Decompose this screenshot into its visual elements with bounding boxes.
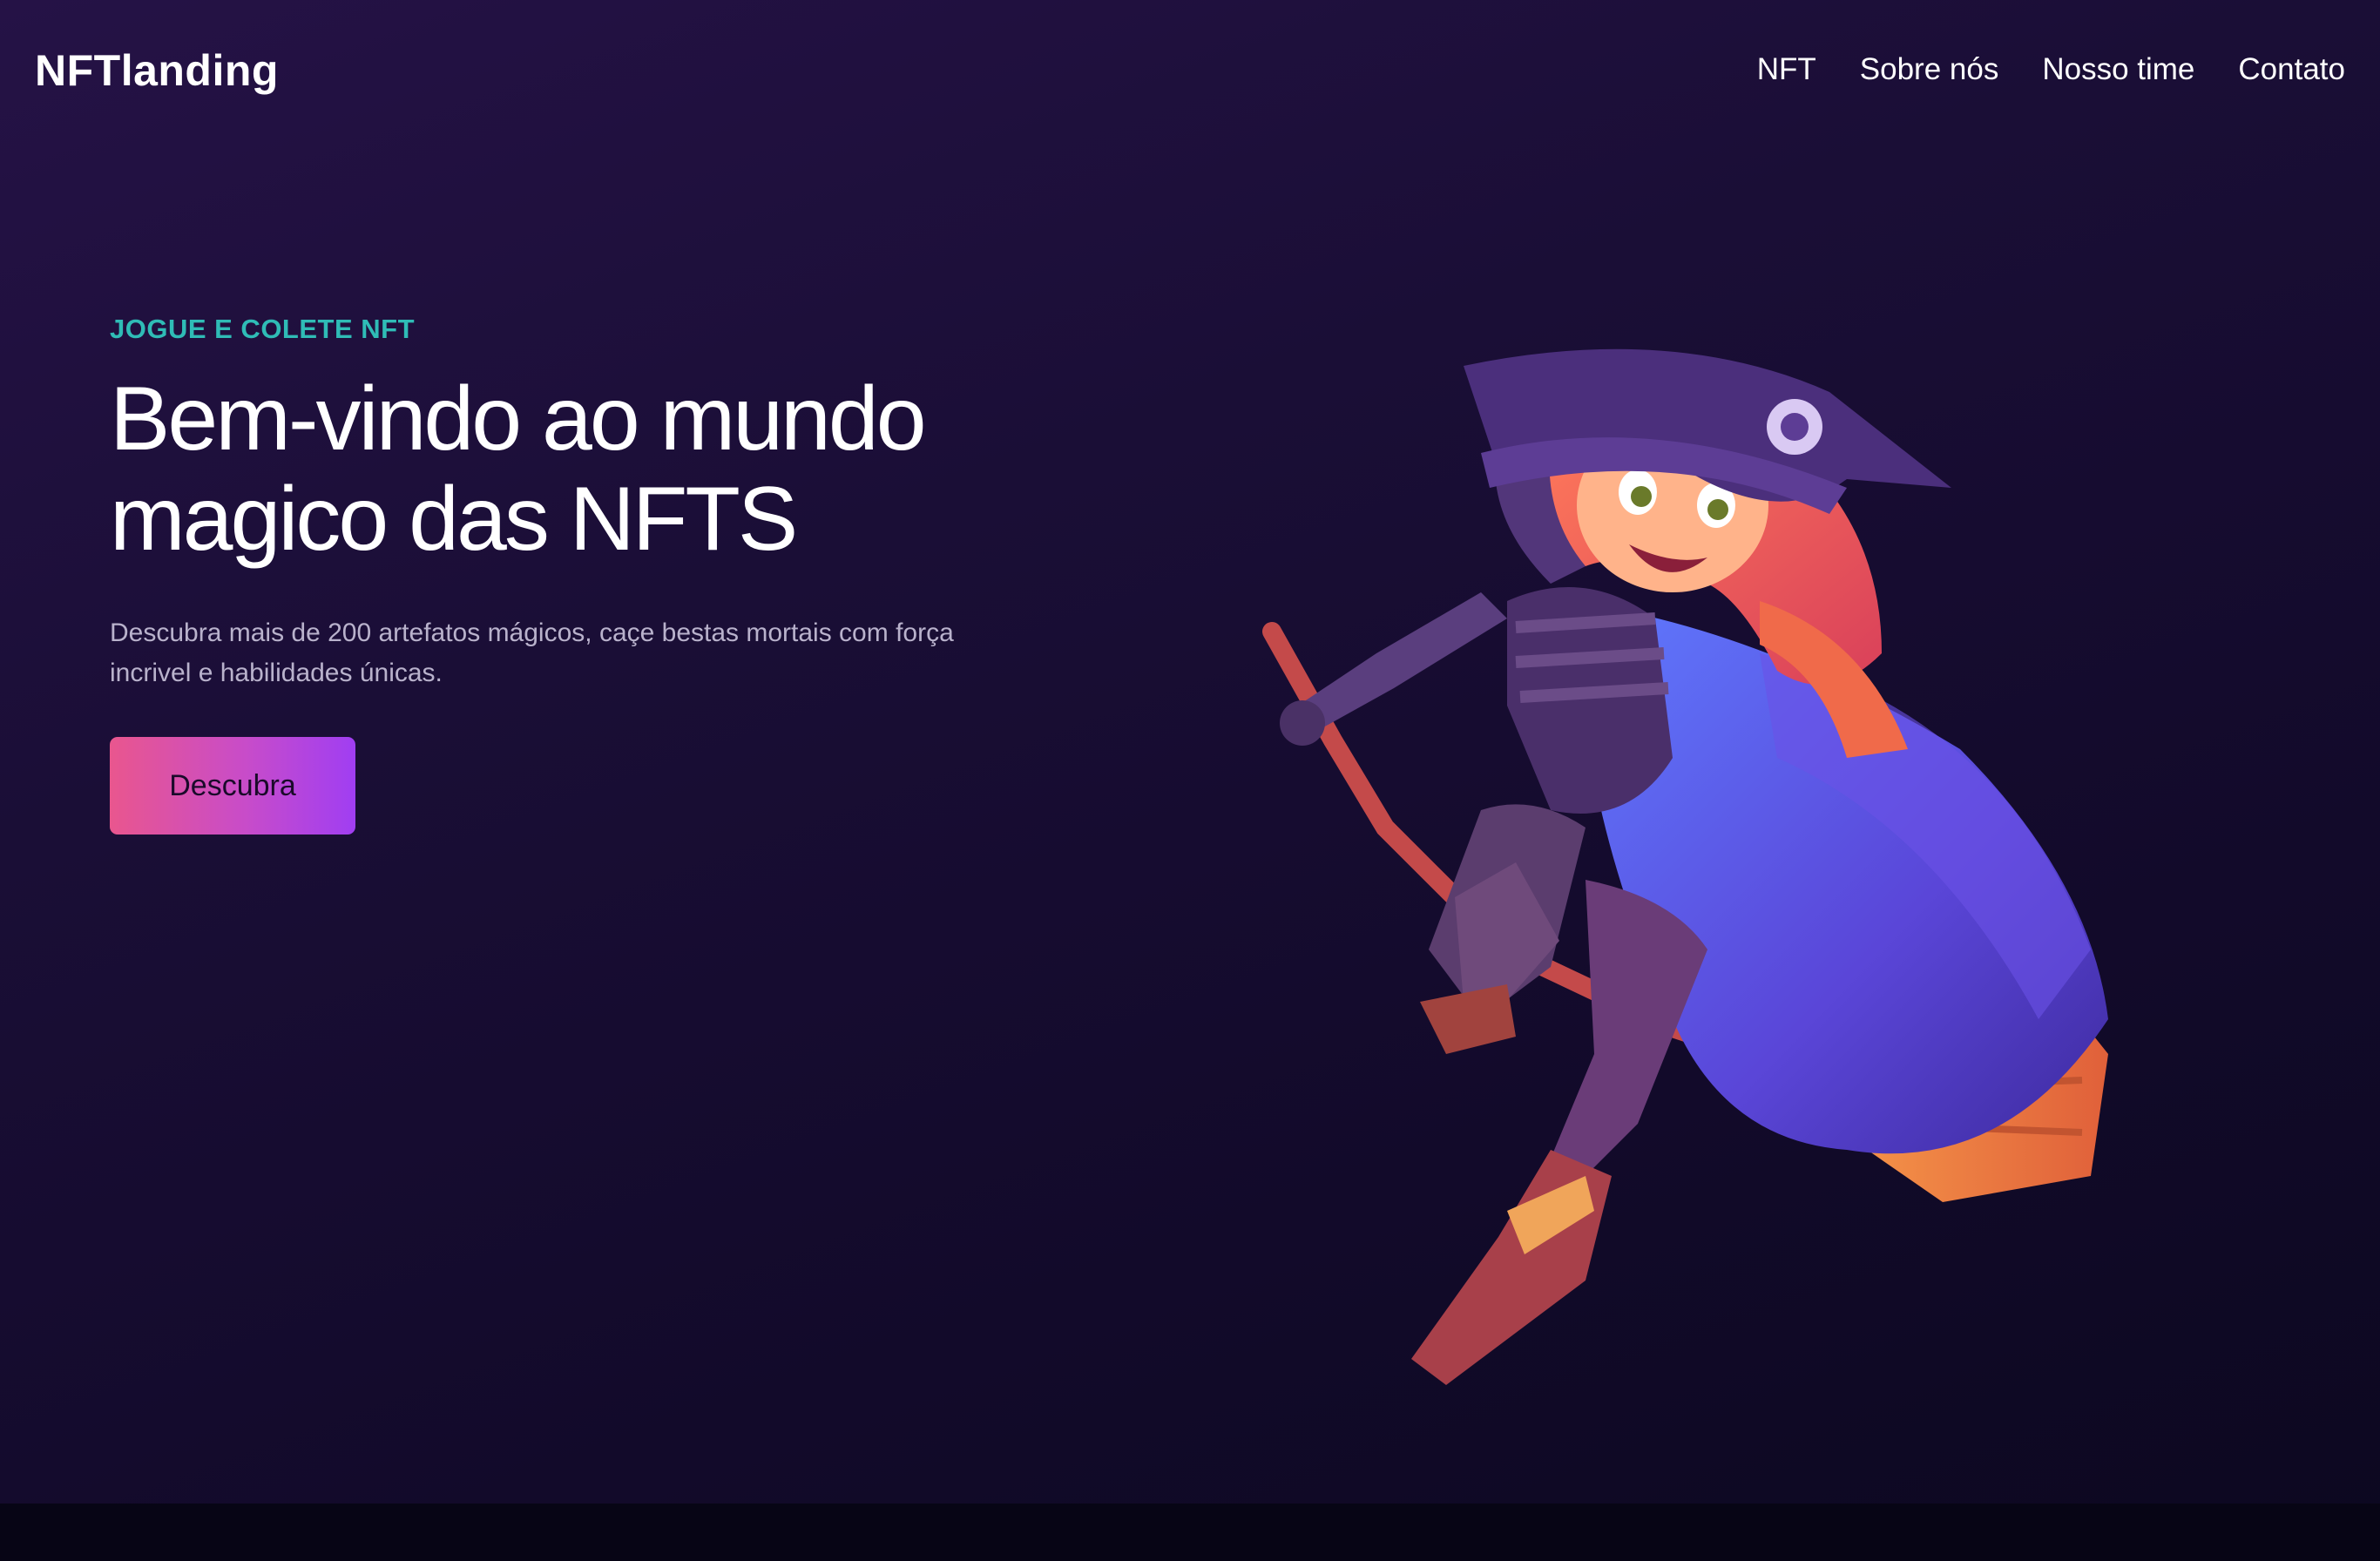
nav-link-contato[interactable]: Contato xyxy=(2238,52,2345,87)
site-logo[interactable]: NFTlanding xyxy=(35,45,279,96)
main-nav: NFT Sobre nós Nosso time Contato xyxy=(1757,52,2345,87)
site-header: NFTlanding NFT Sobre nós Nosso time Cont… xyxy=(0,0,2380,148)
hero-description: Descubra mais de 200 artefatos mágicos, … xyxy=(110,618,954,687)
witch-on-broom-icon xyxy=(1262,348,2108,1385)
footer-band xyxy=(0,1504,2380,1561)
hero-title-line-1: Bem-vindo ao mundo xyxy=(110,368,927,470)
descubra-button[interactable]: Descubra xyxy=(110,737,355,835)
nav-link-nosso-time[interactable]: Nosso time xyxy=(2042,52,2194,87)
hero-title-line-2: magico das NFTS xyxy=(110,469,798,570)
hero-eyebrow: JOGUE E COLETE NFT xyxy=(110,314,416,344)
nav-link-nft[interactable]: NFT xyxy=(1757,52,1816,87)
hero-title: Bem-vindo ao mundo magico das NFTS xyxy=(110,369,1068,570)
witch-illustration xyxy=(1220,340,2160,1429)
nav-link-sobre-nos[interactable]: Sobre nós xyxy=(1860,52,1999,87)
hero-section: JOGUE E COLETE NFT Bem-vindo ao mundo ma… xyxy=(110,314,1068,835)
